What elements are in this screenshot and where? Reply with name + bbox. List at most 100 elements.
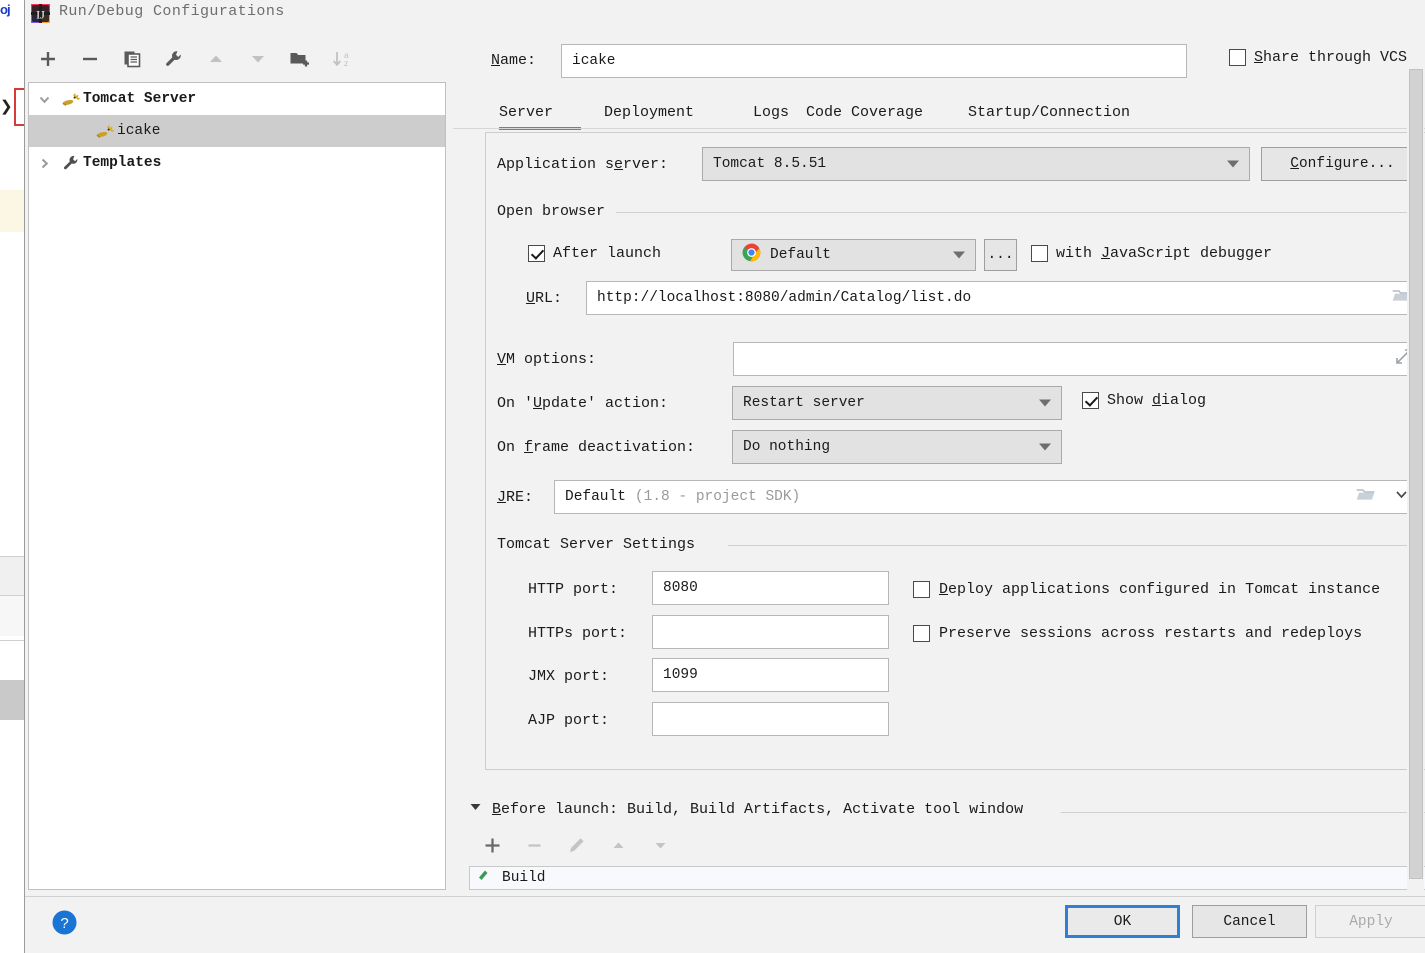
background-blue-text: oj — [0, 2, 11, 17]
copy-configuration-button[interactable] — [113, 40, 151, 78]
name-input[interactable]: icake — [561, 44, 1187, 78]
jre-field[interactable]: Default (1.8 - project SDK) — [554, 480, 1424, 514]
browse-button-label: ... — [987, 247, 1014, 263]
tab-code-coverage[interactable]: Code Coverage — [806, 96, 923, 128]
open-browser-group-label: Open browser — [497, 203, 606, 220]
http-port-field[interactable]: 8080 — [652, 571, 889, 605]
show-dialog-checkbox[interactable]: Show dialog — [1082, 392, 1206, 409]
preserve-sessions-checkbox-box[interactable] — [913, 625, 930, 642]
add-configuration-button[interactable] — [29, 40, 67, 78]
add-task-button[interactable] — [471, 828, 513, 862]
before-launch-task-list[interactable]: Build — [469, 866, 1425, 890]
jre-label: JRE: — [497, 489, 534, 506]
background-chevron-icon: ❯ — [0, 98, 13, 115]
cancel-button-label: Cancel — [1223, 913, 1276, 930]
ok-button[interactable]: OK — [1065, 905, 1180, 938]
browse-browser-button[interactable]: ... — [984, 239, 1017, 271]
tab-startup-connection[interactable]: Startup/Connection — [968, 96, 1130, 128]
tree-item-icake[interactable]: icake — [29, 115, 445, 147]
vm-options-field[interactable] — [733, 342, 1424, 376]
sort-configurations-button[interactable]: a z — [323, 40, 361, 78]
jmx-port-field[interactable]: 1099 — [652, 658, 889, 692]
url-field[interactable]: http://localhost:8080/admin/Catalog/list… — [586, 281, 1424, 315]
http-port-value: 8080 — [663, 580, 698, 596]
intellij-idea-icon: IJ — [30, 3, 51, 24]
share-checkbox-box[interactable] — [1229, 49, 1246, 66]
jre-hint: (1.8 - project SDK) — [634, 489, 801, 505]
svg-text:?: ? — [60, 915, 68, 932]
before-launch-task-label: Build — [502, 870, 546, 886]
js-debugger-label: with JavaScript debugger — [1056, 245, 1273, 262]
on-update-action-combo[interactable]: Restart server — [732, 386, 1062, 420]
server-settings-panel: Application server: Tomcat 8.5.51 Config… — [485, 132, 1425, 770]
svg-text:IJ: IJ — [36, 8, 45, 22]
tab-logs[interactable]: Logs — [753, 96, 789, 128]
tab-server[interactable]: Server — [499, 96, 553, 128]
cancel-button[interactable]: Cancel — [1192, 905, 1307, 938]
js-debugger-checkbox[interactable]: with JavaScript debugger — [1031, 245, 1272, 262]
chevron-down-icon[interactable] — [29, 93, 59, 106]
edit-templates-wrench-button[interactable] — [155, 40, 193, 78]
name-label: Name: — [491, 52, 537, 69]
https-port-label: HTTPs port: — [528, 625, 628, 642]
configure-button[interactable]: Configure... — [1261, 147, 1424, 181]
chrome-icon — [742, 243, 761, 267]
tomcat-icon — [93, 124, 117, 139]
after-launch-checkbox[interactable]: After launch — [528, 245, 661, 262]
svg-text:z: z — [344, 58, 348, 68]
configurations-tree[interactable]: Tomcat Server icake Templates — [28, 82, 446, 890]
configurations-toolbar: a z — [25, 40, 445, 80]
move-down-button[interactable] — [239, 40, 277, 78]
task-move-down-button[interactable] — [639, 828, 681, 862]
url-label: URL: — [526, 290, 563, 307]
remove-task-button[interactable] — [513, 828, 555, 862]
show-dialog-checkbox-box[interactable] — [1082, 392, 1099, 409]
ajp-port-field[interactable] — [652, 702, 889, 736]
jre-value: Default — [565, 489, 626, 505]
run-debug-configurations-dialog: IJ Run/Debug Configurations a z Tomcat S… — [24, 0, 1425, 953]
preserve-sessions-checkbox[interactable]: Preserve sessions across restarts and re… — [913, 625, 1362, 642]
tomcat-settings-group-label: Tomcat Server Settings — [497, 536, 696, 553]
configuration-tabs[interactable]: Server Deployment Logs Code Coverage Sta… — [461, 96, 1425, 130]
deploy-applications-checkbox[interactable]: Deploy applications configured in Tomcat… — [913, 581, 1380, 598]
on-update-action-label: On 'Update' action: — [497, 395, 669, 412]
task-move-up-button[interactable] — [597, 828, 639, 862]
remove-configuration-button[interactable] — [71, 40, 109, 78]
tree-item-label: Templates — [83, 155, 162, 171]
application-server-combo[interactable]: Tomcat 8.5.51 — [702, 147, 1250, 181]
show-dialog-label: Show dialog — [1107, 392, 1207, 409]
tree-item-label: icake — [117, 123, 161, 139]
dialog-title: Run/Debug Configurations — [59, 3, 285, 20]
on-frame-deactivation-value: Do nothing — [743, 439, 831, 455]
create-folder-button[interactable] — [281, 40, 319, 78]
before-launch-header-label: Before launch: Build, Build Artifacts, A… — [492, 800, 1024, 818]
tree-item-tomcat-server[interactable]: Tomcat Server — [29, 83, 445, 115]
apply-button[interactable]: Apply — [1315, 905, 1425, 938]
tree-item-label: Tomcat Server — [83, 91, 197, 107]
wrench-icon — [59, 155, 83, 171]
move-up-button[interactable] — [197, 40, 235, 78]
folder-icon[interactable] — [1356, 487, 1375, 507]
help-icon[interactable]: ? — [51, 909, 78, 941]
browser-combo[interactable]: Default — [731, 239, 976, 271]
https-port-field[interactable] — [652, 615, 889, 649]
after-launch-checkbox-box[interactable] — [528, 245, 545, 262]
tomcat-icon — [59, 92, 83, 107]
deploy-applications-checkbox-box[interactable] — [913, 581, 930, 598]
browser-value: Default — [770, 247, 831, 263]
after-launch-label: After launch — [553, 245, 662, 262]
tree-item-templates[interactable]: Templates — [29, 147, 445, 179]
chevron-right-icon[interactable] — [29, 157, 59, 170]
group-divider — [616, 212, 1416, 213]
share-through-vcs-checkbox[interactable]: Share through VCS — [1229, 49, 1407, 66]
preserve-sessions-label: Preserve sessions across restarts and re… — [939, 625, 1363, 642]
js-debugger-checkbox-box[interactable] — [1031, 245, 1048, 262]
application-server-label: Application server: — [497, 156, 669, 173]
scrollbar-thumb[interactable] — [1409, 69, 1423, 879]
chevron-down-icon[interactable] — [469, 800, 482, 818]
tab-deployment[interactable]: Deployment — [604, 96, 694, 128]
on-frame-deactivation-combo[interactable]: Do nothing — [732, 430, 1062, 464]
edit-task-pencil-button[interactable] — [555, 828, 597, 862]
settings-scrollbar[interactable] — [1407, 68, 1424, 890]
before-launch-header[interactable]: Before launch: Build, Build Artifacts, A… — [469, 800, 1023, 818]
